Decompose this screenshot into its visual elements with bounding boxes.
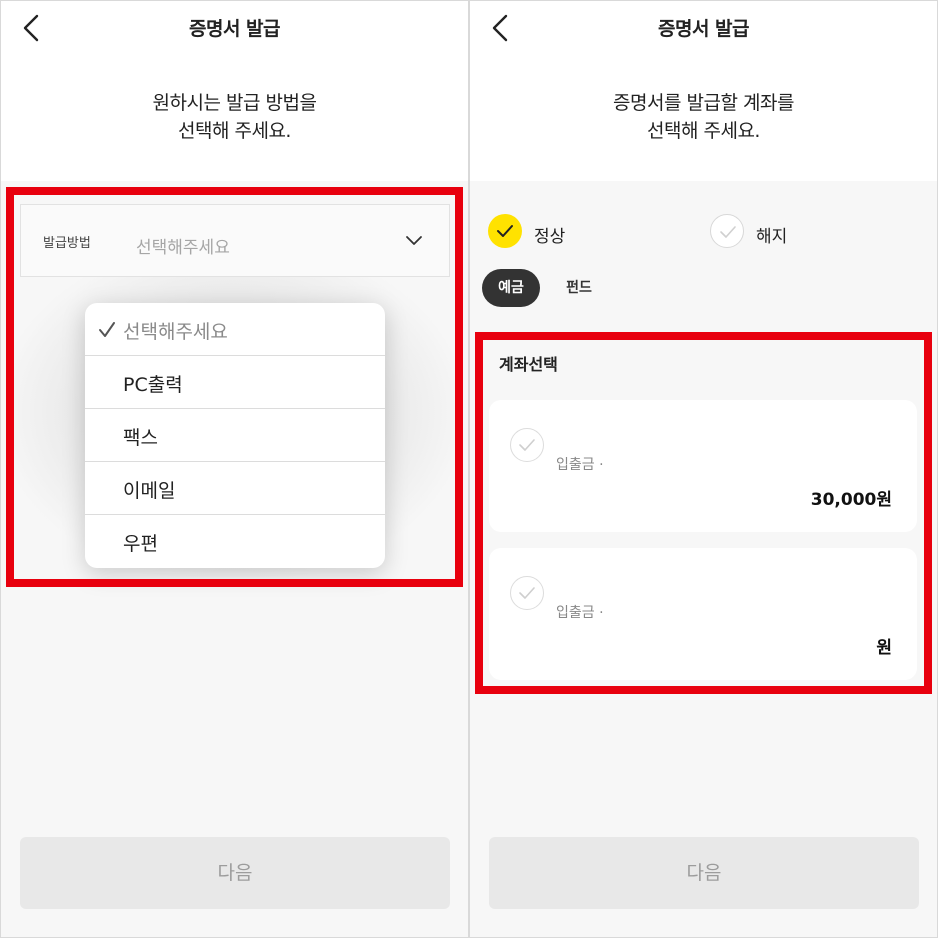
instruction-line-1: 증명서를 발급할 계좌를 [613,92,794,114]
dropdown-option-label: 이메일 [123,480,176,502]
page-title: 증명서 발급 [657,18,750,40]
account-card[interactable]: 입출금 · 30,000원 [489,400,917,532]
checkmark-icon [519,587,535,599]
header: 증명서 발급 [470,1,937,55]
right-screen: 증명서 발급 증명서를 발급할 계좌를 선택해 주세요. 정상 해지 예금 펀드… [470,1,937,937]
dropdown-option-pc-print[interactable]: PC출력 [85,356,385,409]
next-button[interactable]: 다음 [20,837,450,909]
account-label: 입출금 · [556,457,604,473]
next-button[interactable]: 다음 [489,837,919,909]
issue-method-select[interactable]: 발급방법 선택해주세요 [20,204,450,277]
header: 증명서 발급 [1,1,468,55]
radio-label: 해지 [756,227,788,247]
issue-method-label: 발급방법 [43,236,91,251]
checkmark-icon [720,226,736,238]
checkmark-icon [99,322,115,337]
left-screen: 증명서 발급 원하시는 발급 방법을 선택해 주세요. 발급방법 선택해주세요 … [1,1,468,937]
instruction-text: 원하시는 발급 방법을 선택해 주세요. [1,89,468,145]
instruction-text: 증명서를 발급할 계좌를 선택해 주세요. [470,89,937,145]
instruction-line-2: 선택해 주세요. [178,120,291,142]
dropdown-option-label: PC출력 [123,374,183,396]
account-label: 입출금 · [556,605,604,621]
account-card[interactable]: 입출금 · 원 [489,548,917,680]
page-title: 증명서 발급 [188,18,281,40]
radio-label: 정상 [534,227,566,247]
dropdown-option-mail[interactable]: 우편 [85,515,385,568]
check-circle-icon [510,428,544,462]
chevron-down-icon [406,236,422,245]
account-amount: 30,000원 [810,490,892,510]
dropdown-option-fax[interactable]: 팩스 [85,409,385,462]
section-title: 계좌선택 [499,355,558,374]
radio-unselected-indicator [710,214,744,248]
tab-fund[interactable]: 펀드 [552,269,606,307]
instruction-line-1: 원하시는 발급 방법을 [152,92,317,114]
dropdown-option-placeholder[interactable]: 선택해주세요 [85,303,385,356]
checkmark-icon [497,225,513,237]
radio-selected-indicator [488,214,522,248]
issue-method-dropdown: 선택해주세요 PC출력 팩스 이메일 우편 [85,303,385,568]
account-amount: 원 [876,638,892,658]
dropdown-option-label: 팩스 [123,427,158,449]
checkmark-icon [519,439,535,451]
dropdown-option-email[interactable]: 이메일 [85,462,385,515]
dropdown-option-label: 선택해주세요 [123,321,228,343]
instruction-line-2: 선택해 주세요. [647,120,760,142]
dropdown-option-label: 우편 [123,533,158,555]
issue-method-value: 선택해주세요 [136,238,230,258]
check-circle-icon [510,576,544,610]
tab-deposit[interactable]: 예금 [482,269,540,307]
